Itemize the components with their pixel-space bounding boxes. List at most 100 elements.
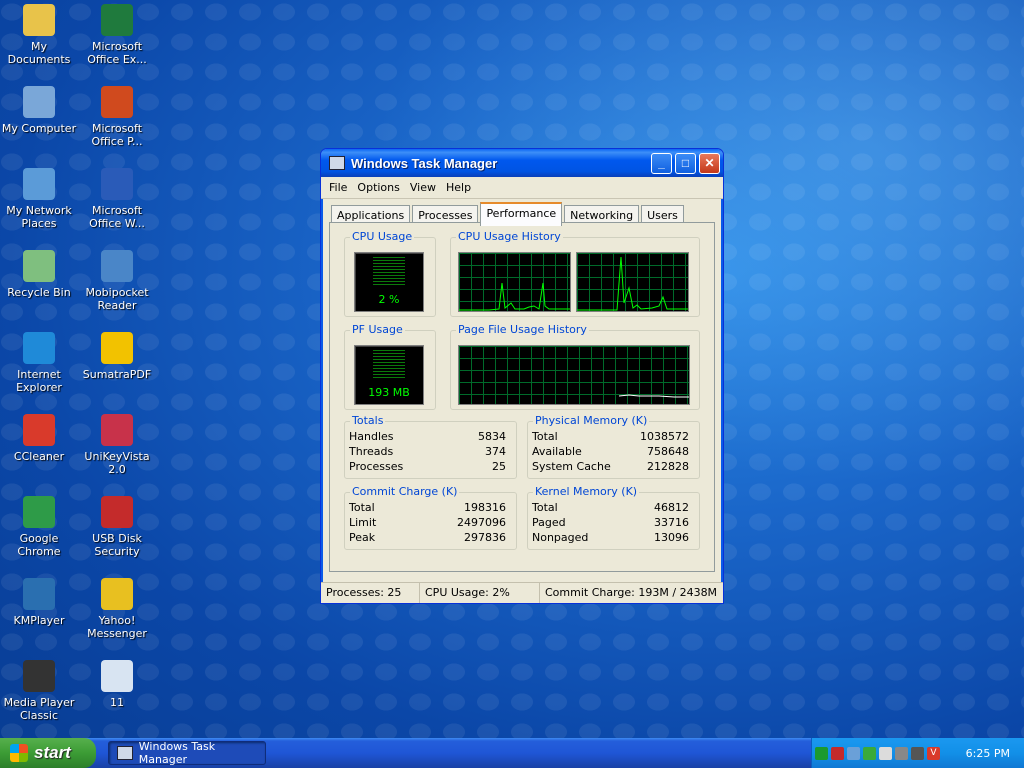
- cpu-history-label: CPU Usage History: [456, 230, 563, 243]
- word-icon: [101, 168, 133, 200]
- cpu-history-graph-1: [458, 252, 571, 312]
- physical-memory-row: Total 1038572: [528, 430, 699, 445]
- menu-options[interactable]: Options: [353, 179, 405, 196]
- excel-icon: [101, 4, 133, 36]
- kernel-memory-row: Total 46812: [528, 501, 699, 516]
- desktop-icon-label: USB Disk Security: [92, 532, 142, 558]
- commit-charge-row: Limit 2497096: [345, 516, 516, 531]
- desktop-icon[interactable]: Recycle Bin: [0, 250, 80, 299]
- close-button[interactable]: ✕: [699, 152, 720, 174]
- mobipocket-icon: [101, 250, 133, 282]
- totals-label: Totals: [350, 414, 386, 427]
- kernel-total-label: Total: [532, 501, 558, 514]
- commit-total-label: Total: [349, 501, 375, 514]
- menu-file[interactable]: File: [325, 179, 353, 196]
- cpu-history-graph-2: [576, 252, 689, 312]
- pf-usage-meter: 193 MB: [354, 345, 424, 405]
- desktop-icon[interactable]: 11: [76, 660, 158, 709]
- desktop-icon[interactable]: Mobipocket Reader: [76, 250, 158, 312]
- pf-usage-group: PF Usage 193 MB: [344, 323, 436, 410]
- kernel-total-value: 46812: [654, 501, 689, 514]
- yahoo-messenger-icon: [101, 578, 133, 610]
- desktop-icon[interactable]: SumatraPDF: [76, 332, 158, 381]
- desktop-icon[interactable]: Microsoft Office W...: [76, 168, 158, 230]
- task-manager-icon: [329, 156, 345, 170]
- windows-logo-icon: [10, 744, 28, 762]
- totals-handles-label: Handles: [349, 430, 394, 443]
- antivirus-icon[interactable]: V: [927, 746, 940, 760]
- desktop-icon[interactable]: My Documents: [0, 4, 80, 66]
- messenger-icon[interactable]: [879, 746, 892, 760]
- task-manager-window[interactable]: Windows Task Manager _ □ ✕ File Options …: [320, 148, 724, 604]
- unikey-icon: [101, 414, 133, 446]
- physical-total-label: Total: [532, 430, 558, 443]
- pf-history-label: Page File Usage History: [456, 323, 589, 336]
- folder-documents-icon: [23, 4, 55, 36]
- totals-handles-value: 5834: [478, 430, 506, 443]
- desktop-icon[interactable]: Google Chrome: [0, 496, 80, 558]
- start-label: start: [34, 743, 71, 762]
- speaker-icon[interactable]: [895, 746, 908, 760]
- desktop-icon[interactable]: Internet Explorer: [0, 332, 80, 394]
- media-player-icon: [23, 660, 55, 692]
- performance-panel: CPU Usage 2 % CPU Usage History PF Usage: [329, 222, 715, 572]
- menu-view[interactable]: View: [406, 179, 442, 196]
- desktop-icon[interactable]: KMPlayer: [0, 578, 80, 627]
- desktop-icon[interactable]: USB Disk Security: [76, 496, 158, 558]
- shield-icon[interactable]: [831, 746, 844, 760]
- desktop-icon-label: Yahoo! Messenger: [87, 614, 147, 640]
- update-icon[interactable]: [863, 746, 876, 760]
- desktop-icon[interactable]: Microsoft Office P...: [76, 86, 158, 148]
- desktop-icon-label: SumatraPDF: [82, 368, 152, 381]
- clock[interactable]: 6:25 PM: [966, 747, 1010, 760]
- document-icon: [101, 660, 133, 692]
- desktop-icon[interactable]: My Network Places: [0, 168, 80, 230]
- status-commit: Commit Charge: 193M / 2438M: [545, 586, 718, 599]
- taskbar: start Windows Task Manager V 6:25 PM: [0, 738, 1024, 768]
- tab-performance[interactable]: Performance: [480, 202, 563, 226]
- commit-peak-label: Peak: [349, 531, 376, 544]
- kernel-paged-label: Paged: [532, 516, 566, 529]
- totals-threads-value: 374: [485, 445, 506, 458]
- commit-charge-row: Peak 297836: [345, 531, 516, 546]
- physical-memory-row: Available 758648: [528, 445, 699, 460]
- desktop-icon[interactable]: UniKeyVista 2.0: [76, 414, 158, 476]
- minimize-button[interactable]: _: [651, 152, 672, 174]
- desktop-icon[interactable]: Microsoft Office Ex...: [76, 4, 158, 66]
- monitor-icon[interactable]: [847, 746, 860, 760]
- commit-limit-label: Limit: [349, 516, 377, 529]
- desktop-icon[interactable]: Media Player Classic: [0, 660, 80, 722]
- commit-peak-value: 297836: [464, 531, 506, 544]
- cpu-usage-label: CPU Usage: [350, 230, 415, 243]
- cpu-history-line-1: [459, 282, 570, 311]
- commit-charge-group: Commit Charge (K) Total 198316 Limit 249…: [344, 485, 517, 550]
- start-button[interactable]: start: [0, 738, 96, 768]
- desktop-icon-label: Recycle Bin: [7, 286, 71, 299]
- kernel-memory-row: Paged 33716: [528, 516, 699, 531]
- network-icon[interactable]: [815, 746, 828, 760]
- status-cpu: CPU Usage: 2%: [420, 583, 540, 603]
- title-bar[interactable]: Windows Task Manager _ □ ✕: [321, 149, 723, 177]
- commit-charge-row: Total 198316: [345, 501, 516, 516]
- computer-icon: [23, 86, 55, 118]
- desktop-icon-label: My Documents: [7, 40, 71, 66]
- menu-help[interactable]: Help: [442, 179, 477, 196]
- cpu-usage-meter: 2 %: [354, 252, 424, 312]
- kernel-memory-group: Kernel Memory (K) Total 46812 Paged 3371…: [527, 485, 700, 550]
- desktop-icon-label: CCleaner: [13, 450, 65, 463]
- internet-explorer-icon: [23, 332, 55, 364]
- desktop-icon[interactable]: CCleaner: [0, 414, 80, 463]
- volume-icon[interactable]: [911, 746, 924, 760]
- status-processes: Processes: 25: [321, 583, 420, 603]
- desktop-icon[interactable]: Yahoo! Messenger: [76, 578, 158, 640]
- kernel-paged-value: 33716: [654, 516, 689, 529]
- physical-available-value: 758648: [647, 445, 689, 458]
- maximize-button[interactable]: □: [675, 152, 696, 174]
- physical-memory-label: Physical Memory (K): [533, 414, 650, 427]
- kernel-memory-label: Kernel Memory (K): [533, 485, 640, 498]
- chrome-icon: [23, 496, 55, 528]
- desktop-icon[interactable]: My Computer: [0, 86, 80, 135]
- desktop-icon-label: UniKeyVista 2.0: [84, 450, 150, 476]
- kernel-nonpaged-value: 13096: [654, 531, 689, 544]
- taskbar-item-task-manager[interactable]: Windows Task Manager: [108, 740, 266, 766]
